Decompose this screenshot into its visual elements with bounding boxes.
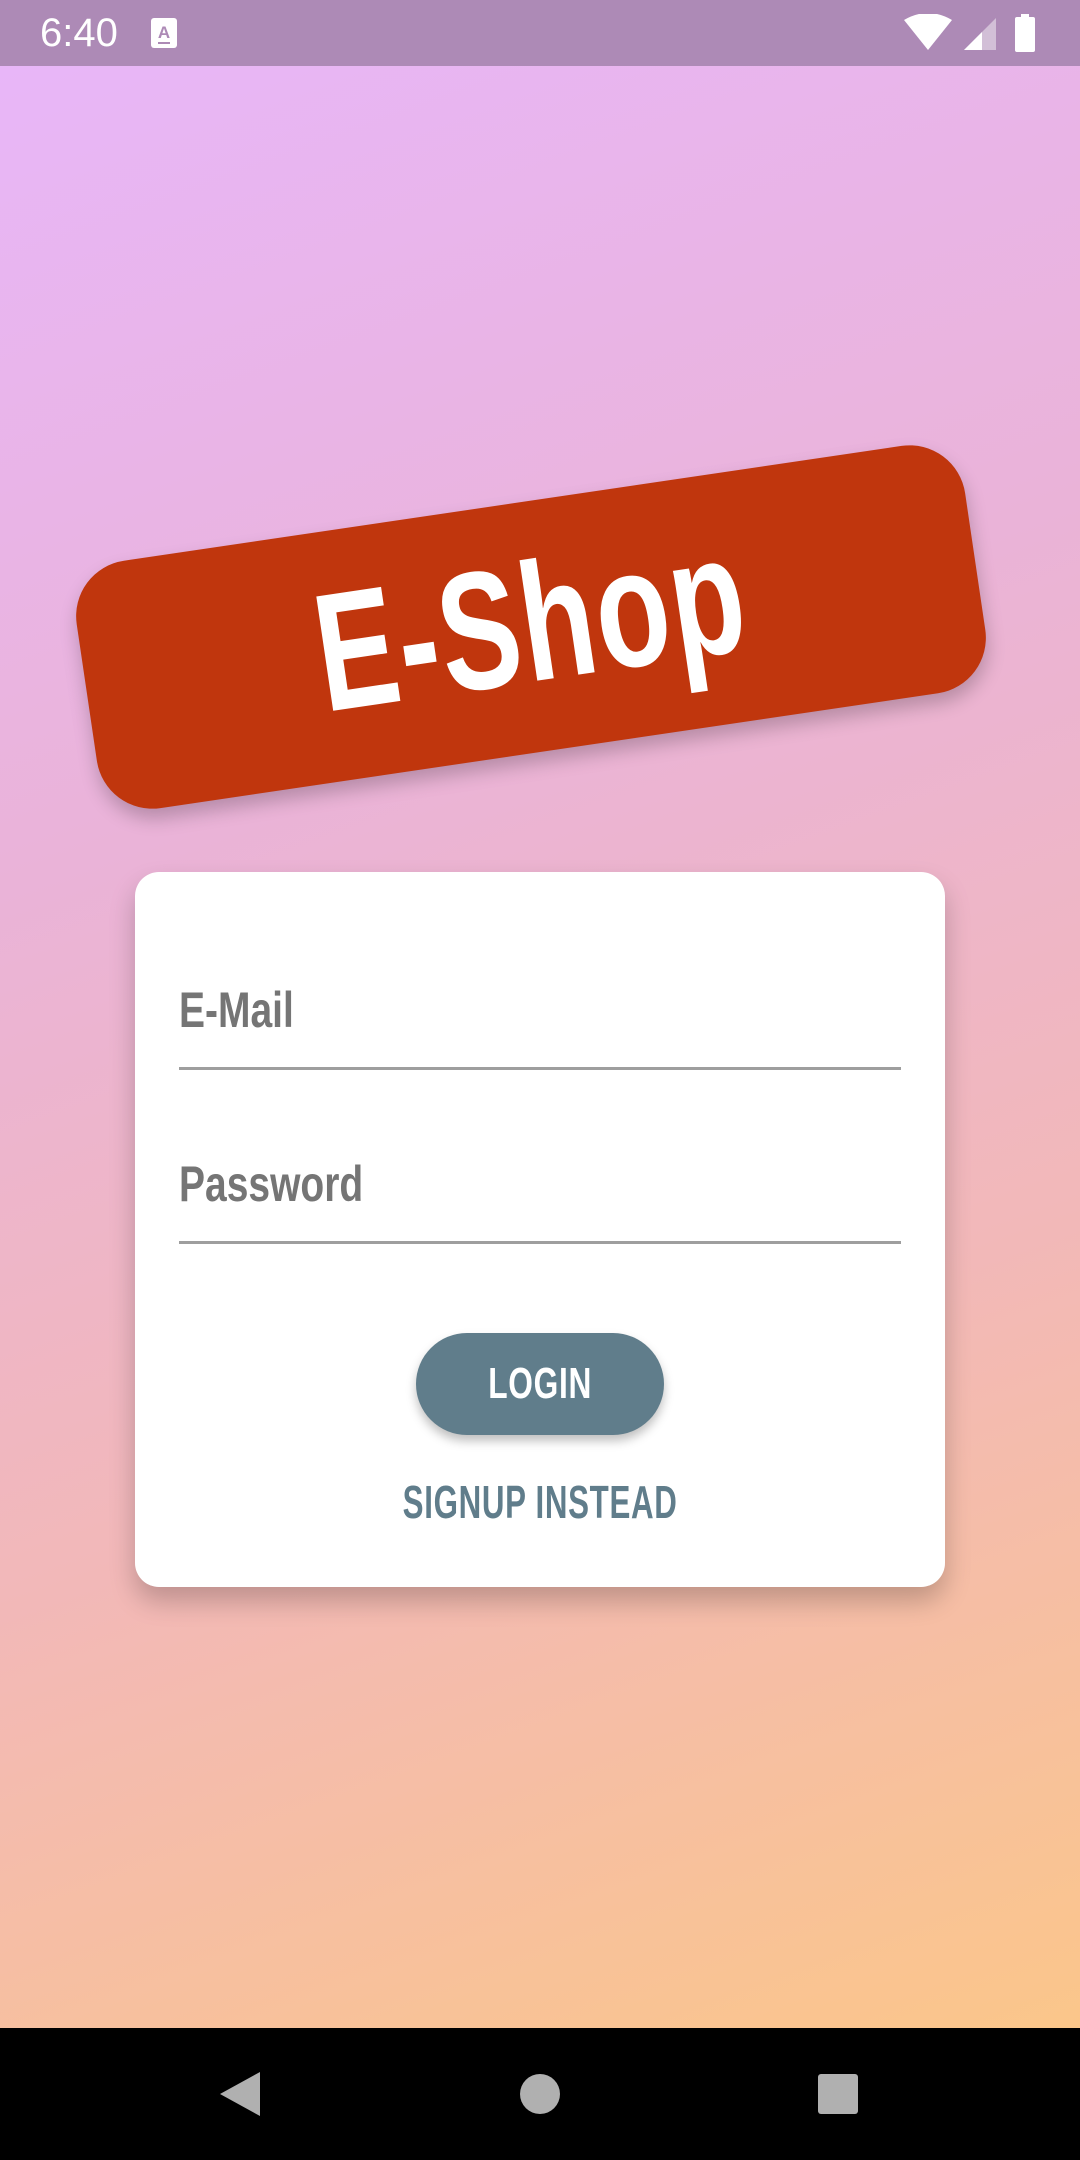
logo-text: E-Shop xyxy=(303,498,758,748)
home-icon xyxy=(520,2074,560,2114)
screen: 6:40 A E-Shop E-Mail Password LOGIN SIGN… xyxy=(0,0,1080,2160)
recents-icon xyxy=(818,2074,858,2114)
signup-instead-button[interactable]: SIGNUP INSTEAD xyxy=(290,1472,790,1532)
email-field[interactable]: E-Mail xyxy=(179,952,901,1070)
email-input[interactable] xyxy=(179,952,901,1064)
login-screen-content: E-Shop E-Mail Password LOGIN SIGNUP INST… xyxy=(0,66,1080,2028)
login-button[interactable]: LOGIN xyxy=(416,1333,664,1435)
status-icons xyxy=(904,13,1044,52)
accessibility-a-icon: A xyxy=(150,17,178,49)
cell-signal-icon xyxy=(964,18,996,50)
logo-banner: E-Shop xyxy=(68,437,994,817)
password-underline xyxy=(179,1241,901,1244)
login-button-label: LOGIN xyxy=(488,1359,592,1408)
signup-instead-label: SIGNUP INSTEAD xyxy=(402,1476,678,1528)
back-icon xyxy=(220,2072,260,2116)
home-button[interactable] xyxy=(500,2054,580,2134)
status-bar: 6:40 A xyxy=(0,0,1080,66)
login-card: E-Mail Password LOGIN SIGNUP INSTEAD xyxy=(135,872,945,1587)
svg-text:A: A xyxy=(158,23,170,42)
recents-button[interactable] xyxy=(798,2054,878,2134)
password-input[interactable] xyxy=(179,1126,901,1238)
status-time: 6:40 xyxy=(40,11,118,55)
back-button[interactable] xyxy=(200,2054,280,2134)
wifi-icon xyxy=(904,13,952,50)
password-field[interactable]: Password xyxy=(179,1126,901,1244)
navigation-bar xyxy=(0,2028,1080,2160)
email-underline xyxy=(179,1067,901,1070)
battery-icon xyxy=(1015,14,1035,52)
